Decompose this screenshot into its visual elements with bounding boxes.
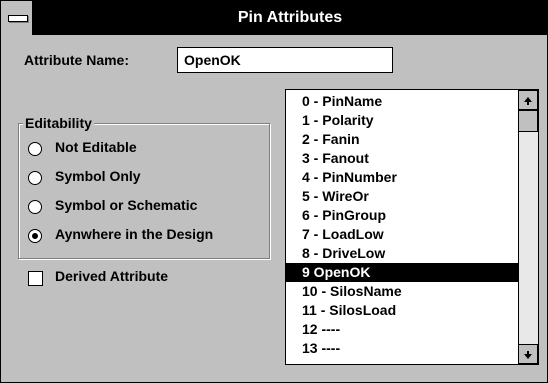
- radio-symbol-only[interactable]: Symbol Only: [28, 168, 268, 188]
- list-item[interactable]: 13 ----: [286, 339, 518, 358]
- vertical-scrollbar[interactable]: [518, 90, 538, 364]
- list-item[interactable]: 0 - PinName: [286, 92, 518, 111]
- pin-attributes-dialog: Pin Attributes Attribute Name: OpenOK Ed…: [0, 0, 548, 383]
- radio-not-editable[interactable]: Not Editable: [28, 139, 268, 159]
- editability-group-label: Editability: [23, 115, 94, 131]
- list-item[interactable]: 1 - Polarity: [286, 111, 518, 130]
- radio-circle: [28, 171, 42, 185]
- window-title: Pin Attributes: [237, 9, 343, 26]
- radio-symbol-or-schematic[interactable]: Symbol or Schematic: [28, 197, 268, 217]
- scroll-thumb[interactable]: [519, 110, 538, 132]
- list-item[interactable]: 6 - PinGroup: [286, 206, 518, 225]
- checkbox-box: [28, 271, 43, 286]
- list-item[interactable]: 3 - Fanout: [286, 149, 518, 168]
- scroll-down-button[interactable]: [519, 344, 538, 364]
- radio-circle: [28, 229, 42, 243]
- attribute-list: 0 - PinName 1 - Polarity 2 - Fanin 3 - F…: [286, 92, 518, 358]
- attribute-name-input[interactable]: OpenOK: [177, 47, 393, 73]
- attribute-name-label: Attribute Name:: [24, 52, 130, 68]
- radio-anywhere-in-design[interactable]: Aynwhere in the Design: [28, 226, 268, 246]
- radio-label: Symbol Only: [55, 168, 141, 184]
- list-item[interactable]: 2 - Fanin: [286, 130, 518, 149]
- system-menu-icon[interactable]: [1, 1, 33, 35]
- list-item-selected[interactable]: 9 OpenOK: [286, 263, 518, 282]
- list-item[interactable]: 4 - PinNumber: [286, 168, 518, 187]
- list-item[interactable]: 5 - WireOr: [286, 187, 518, 206]
- list-item[interactable]: 11 - SilosLoad: [286, 301, 518, 320]
- list-item[interactable]: 12 ----: [286, 320, 518, 339]
- up-arrow-icon: [524, 97, 532, 105]
- list-item[interactable]: 7 - LoadLow: [286, 225, 518, 244]
- down-arrow-icon: [524, 351, 532, 359]
- radio-circle: [28, 142, 42, 156]
- scroll-up-button[interactable]: [519, 90, 538, 110]
- radio-circle: [28, 200, 42, 214]
- radio-label: Not Editable: [55, 139, 137, 155]
- derived-attribute-checkbox[interactable]: Derived Attribute: [28, 268, 228, 288]
- radio-selected-dot: [32, 233, 38, 239]
- radio-label: Aynwhere in the Design: [55, 226, 214, 242]
- list-item[interactable]: 10 - SilosName: [286, 282, 518, 301]
- attribute-listbox[interactable]: 0 - PinName 1 - Polarity 2 - Fanin 3 - F…: [285, 89, 539, 365]
- list-item[interactable]: 8 - DriveLow: [286, 244, 518, 263]
- title-bar[interactable]: Pin Attributes: [1, 1, 547, 35]
- derived-attribute-label: Derived Attribute: [55, 268, 169, 284]
- radio-label: Symbol or Schematic: [55, 197, 198, 213]
